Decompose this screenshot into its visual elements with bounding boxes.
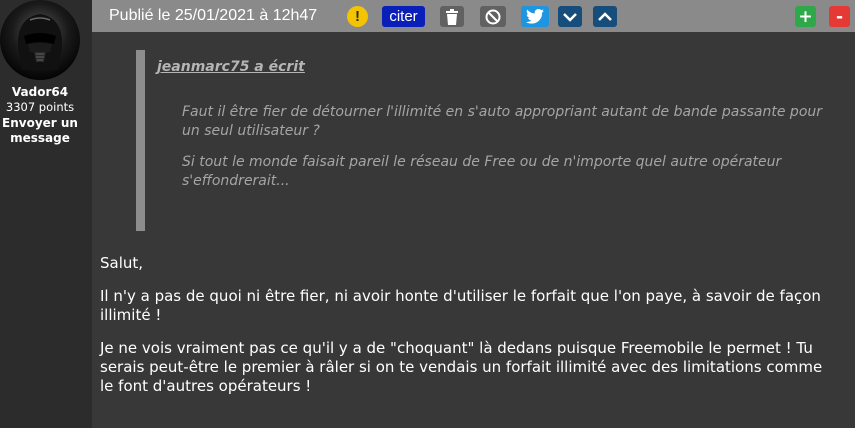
quote-button[interactable]: citer (382, 6, 425, 27)
quote-block: jeanmarc75 a écrit Faut il être fier de … (136, 50, 845, 231)
chevron-up-icon (598, 11, 612, 21)
darth-vader-avatar-icon (17, 14, 63, 70)
block-icon (485, 9, 501, 24)
user-points: 3307 points (5, 100, 75, 114)
user-panel: Vador64 3307 points Envoyer un message (0, 0, 92, 428)
quote-paragraph: Si tout le monde faisait pareil le résea… (182, 154, 782, 189)
block-button[interactable] (480, 6, 506, 27)
twitter-icon (526, 9, 544, 24)
delete-button[interactable] (440, 6, 464, 27)
downvote-button[interactable]: - (829, 6, 850, 27)
scroll-up-button[interactable] (593, 6, 617, 27)
message-paragraph: Il n'y a pas de quoi ni être fier, ni av… (100, 287, 821, 324)
send-message-link[interactable]: Envoyer un message (0, 116, 80, 146)
avatar[interactable] (0, 0, 80, 80)
chevron-down-icon (563, 12, 577, 22)
message-body: Salut, Il n'y a pas de quoi ni être fier… (100, 254, 840, 410)
quote-text: Faut il être fier de détourner l'illimit… (182, 103, 838, 203)
report-button[interactable]: ! (347, 6, 368, 27)
twitter-share-button[interactable] (521, 6, 549, 27)
post-header: Publié le 25/01/2021 à 12h47 ! citer + - (92, 0, 855, 32)
upvote-button[interactable]: + (795, 6, 816, 27)
post-date: Publié le 25/01/2021 à 12h47 (109, 7, 318, 24)
quote-paragraph: Faut il être fier de détourner l'illimit… (182, 104, 823, 139)
message-paragraph: Salut, (100, 254, 144, 272)
scroll-down-button[interactable] (558, 6, 582, 27)
message-paragraph: Je ne vois vraiment pas ce qu'il y a de … (100, 339, 823, 395)
trash-icon (446, 8, 458, 25)
alert-icon: ! (355, 8, 360, 25)
quote-author[interactable]: jeanmarc75 a écrit (157, 59, 305, 75)
username[interactable]: Vador64 (0, 85, 80, 99)
